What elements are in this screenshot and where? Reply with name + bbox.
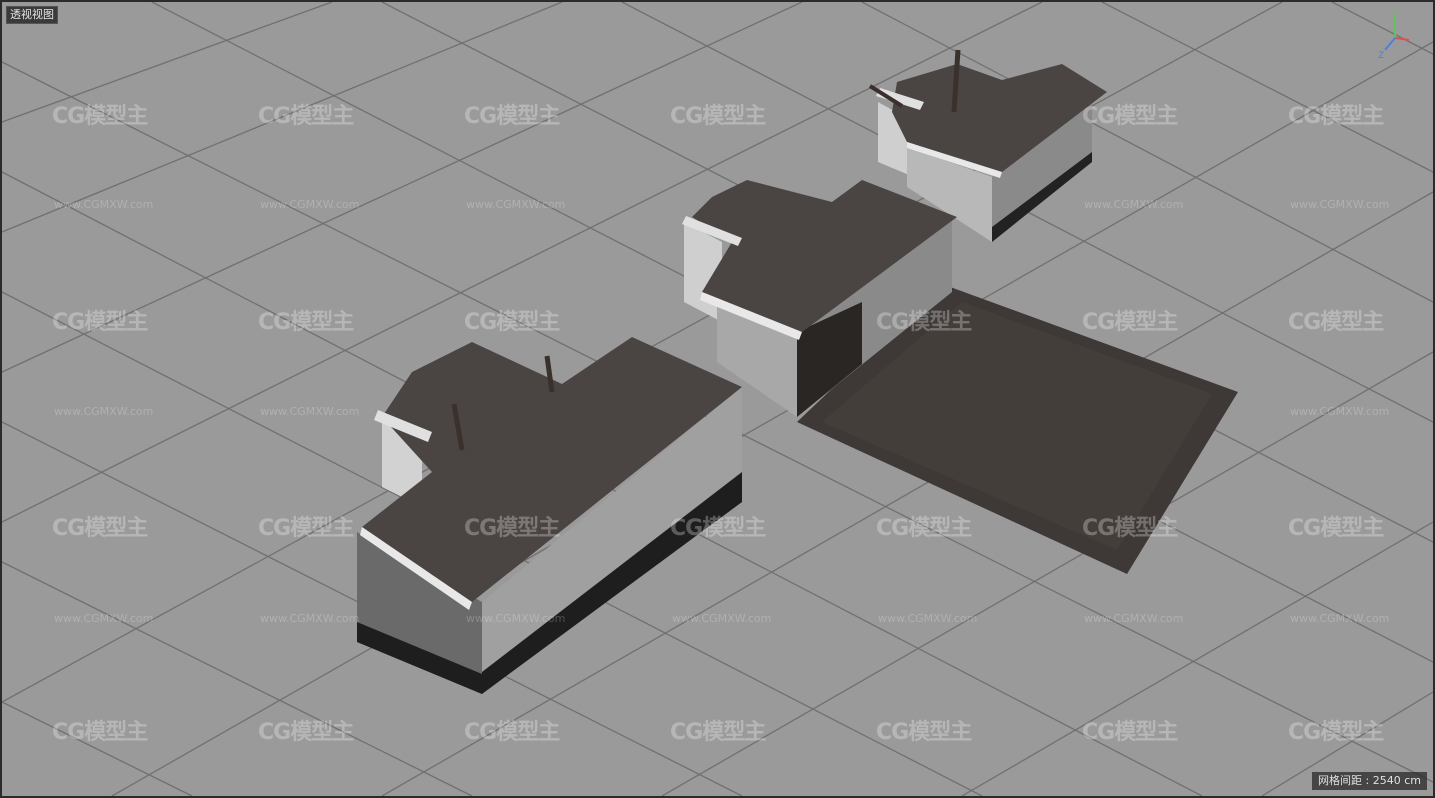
grid-spacing-readout: 网格间距 : 2540 cm (1312, 772, 1427, 790)
building-front[interactable] (357, 337, 742, 694)
axis-y-label: Y (1391, 10, 1398, 20)
axis-gizmo-icon: Y Z (1378, 10, 1410, 60)
axis-z-label: Z (1378, 51, 1384, 60)
3d-viewport[interactable]: CG模型主 CG模型主 CG模型主 CG模型主 CG模型主 CG模型主 CG模型… (2, 2, 1433, 796)
viewport-name-label[interactable]: 透视视图 (6, 6, 58, 24)
scene-canvas[interactable] (2, 2, 1433, 796)
